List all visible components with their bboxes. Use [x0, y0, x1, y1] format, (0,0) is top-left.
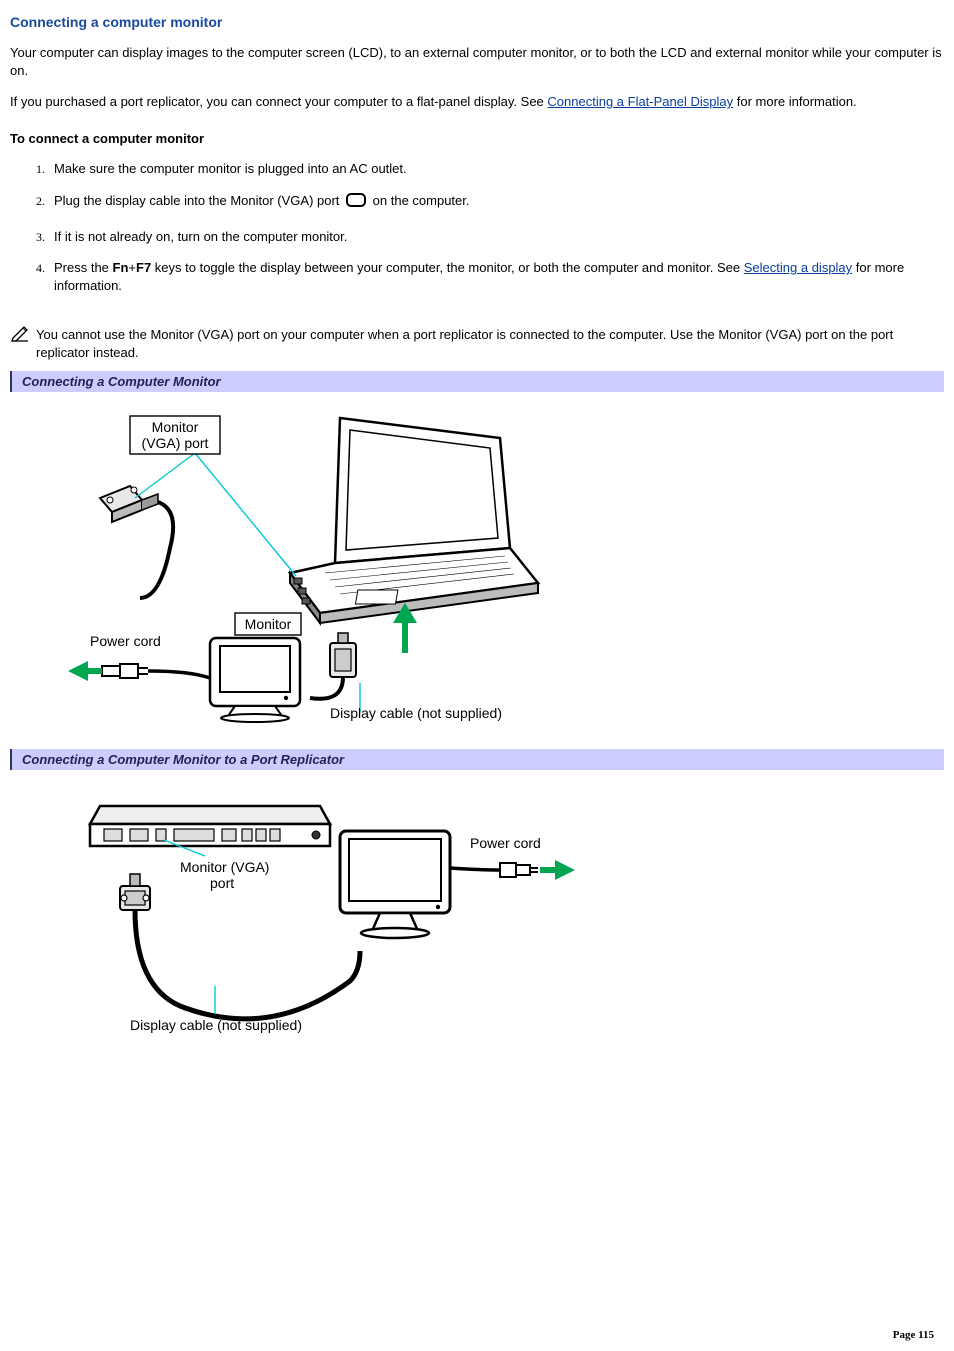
key-fn: Fn [113, 260, 129, 275]
step-4: Press the Fn+F7 keys to toggle the displ… [48, 259, 944, 308]
figure-1: Monitor (VGA) port Monitor Power cord [10, 398, 944, 731]
fig1-label-vga-line2: (VGA) port [142, 435, 209, 451]
note-icon [10, 324, 32, 347]
link-selecting-display[interactable]: Selecting a display [744, 260, 852, 275]
key-f7: F7 [136, 260, 151, 275]
fig1-label-monitor: Monitor [245, 616, 292, 632]
fig2-label-cable: Display cable (not supplied) [130, 1017, 302, 1033]
fig1-label-cable: Display cable (not supplied) [330, 705, 502, 721]
step-3: If it is not already on, turn on the com… [48, 228, 944, 260]
fig1-label-powercord: Power cord [90, 633, 161, 649]
page-number: Page 115 [893, 1329, 934, 1341]
vga-port-icon [345, 191, 367, 214]
key-plus: + [128, 260, 136, 275]
fig1-label-vga-line1: Monitor [152, 419, 199, 435]
steps-list: Make sure the computer monitor is plugge… [48, 160, 944, 309]
step-2-pre: Plug the display cable into the Monitor … [54, 193, 343, 208]
intro-para-1: Your computer can display images to the … [10, 44, 944, 79]
fig2-label-powercord: Power cord [470, 835, 541, 851]
step-4-mid: keys to toggle the display between your … [151, 260, 744, 275]
figure-2: Monitor (VGA) port Power cord [10, 776, 944, 1039]
intro-para-2: If you purchased a port replicator, you … [10, 93, 944, 111]
step-2: Plug the display cable into the Monitor … [48, 191, 944, 228]
figure-caption-2: Connecting a Computer Monitor to a Port … [10, 749, 944, 770]
fig2-label-vga-line1: Monitor (VGA) [180, 859, 269, 875]
page-title: Connecting a computer monitor [10, 14, 944, 30]
step-2-post: on the computer. [369, 193, 469, 208]
note-text: You cannot use the Monitor (VGA) port on… [36, 326, 944, 361]
para2-post: for more information. [733, 94, 857, 109]
subheading-to-connect: To connect a computer monitor [10, 131, 944, 146]
step-4-pre: Press the [54, 260, 113, 275]
para2-pre: If you purchased a port replicator, you … [10, 94, 547, 109]
note: You cannot use the Monitor (VGA) port on… [10, 326, 944, 361]
step-1: Make sure the computer monitor is plugge… [48, 160, 944, 192]
figure-caption-1: Connecting a Computer Monitor [10, 371, 944, 392]
fig2-label-vga-line2: port [210, 875, 234, 891]
link-flat-panel-display[interactable]: Connecting a Flat-Panel Display [547, 94, 733, 109]
